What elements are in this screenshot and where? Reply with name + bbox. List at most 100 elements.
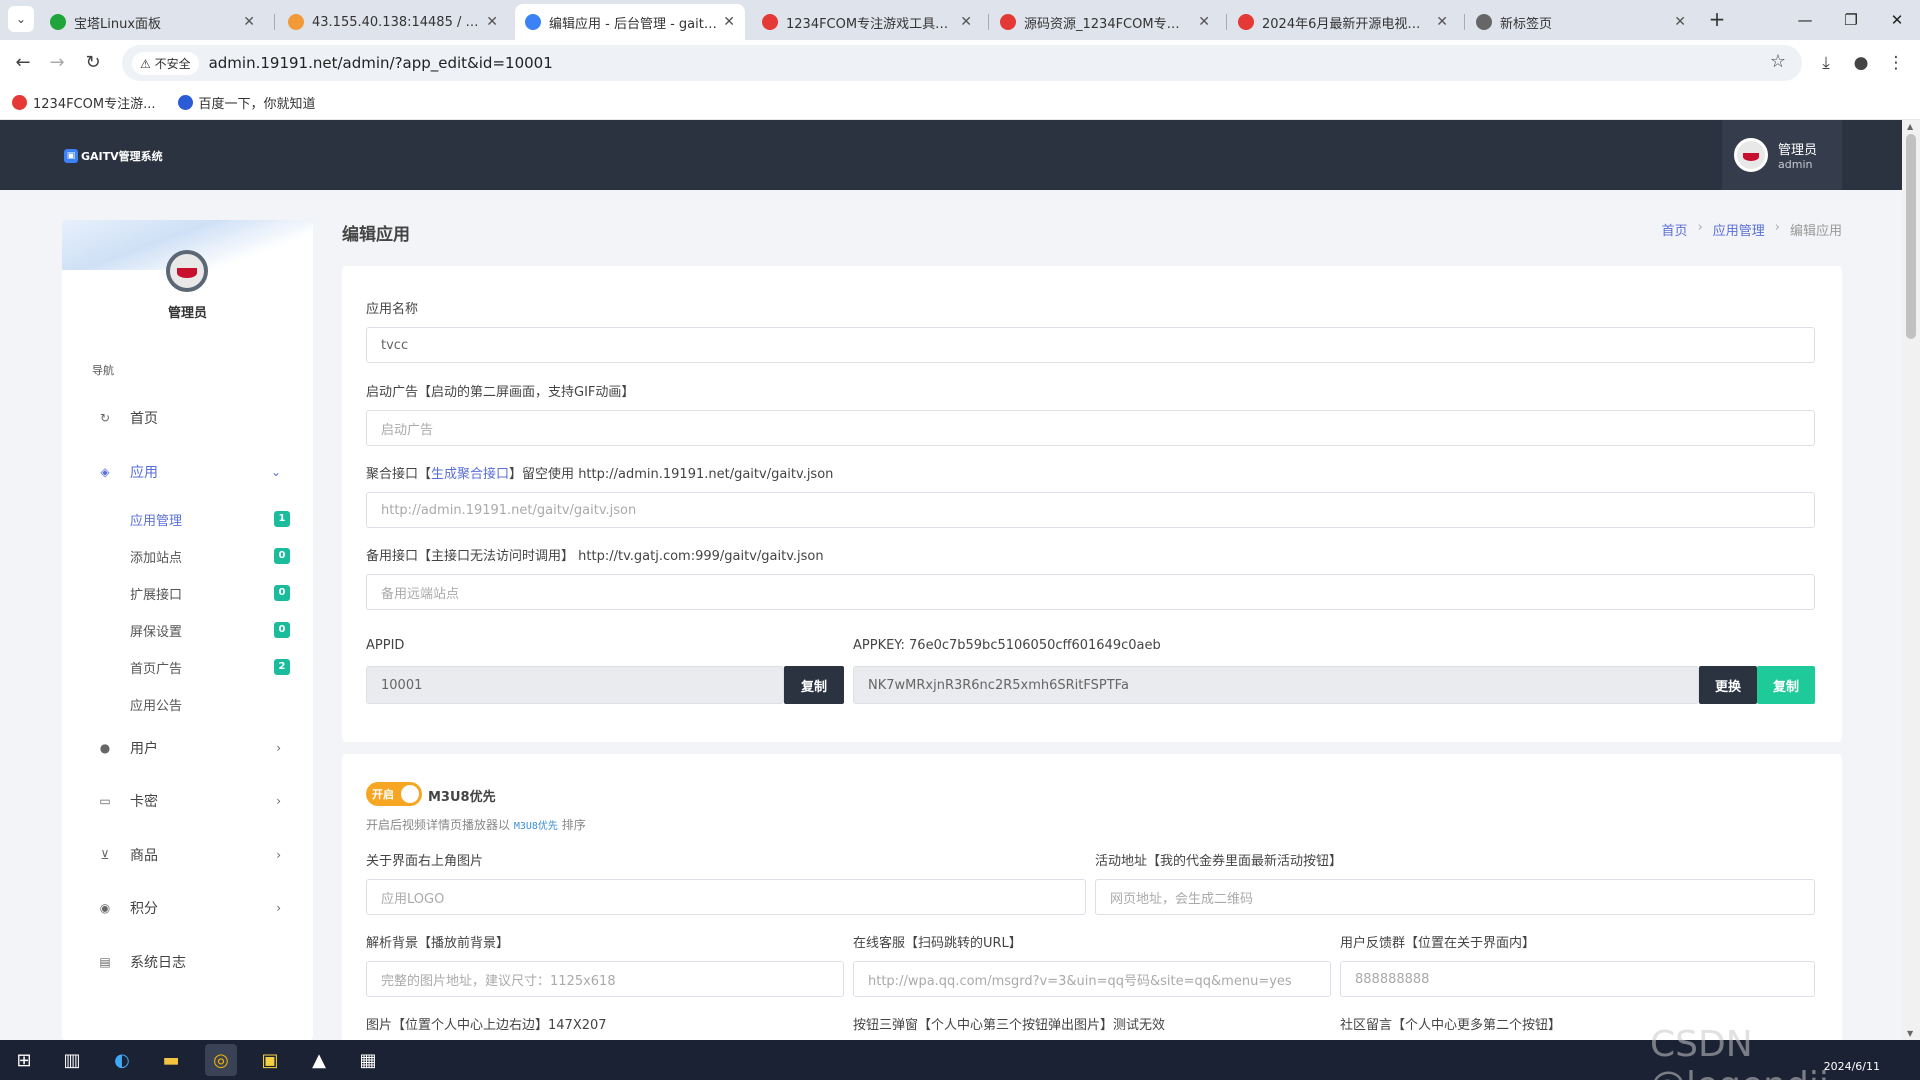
restore-button[interactable]: ❐ (1828, 0, 1874, 40)
appkey-input[interactable]: NK7wMRxjnR3R6nc2R5xmh6SRitFSPTFa (853, 666, 1699, 704)
sidebar: 管理员 导航 ↻ 首页 ◈ 应用 ⌄ 应用管理 1 添加站点 0 扩展接口 0 … (62, 220, 313, 1040)
count-badge: 0 (274, 585, 290, 601)
reload-button[interactable]: ↻ (78, 48, 108, 78)
browser-tab[interactable]: 源码资源_1234FCOM专注游戏... ✕ (990, 4, 1220, 40)
chevron-down-icon: ⌄ (270, 465, 281, 479)
scroll-up-icon[interactable]: ▲ (1907, 122, 1913, 131)
sidebar-subitem-app-manage[interactable]: 应用管理 1 (130, 504, 290, 534)
scrollbar-thumb[interactable] (1906, 134, 1916, 339)
app-logo[interactable]: ▣ GAITV管理系统 (64, 148, 163, 164)
bookmark-star-icon[interactable]: ☆ (1770, 51, 1786, 72)
forward-button[interactable]: → (42, 48, 72, 78)
edge-icon[interactable]: ◐ (106, 1044, 138, 1076)
sidebar-item-logs[interactable]: ▤ 系统日志 (62, 942, 313, 982)
backup-api-input[interactable]: 备用远端站点 (366, 574, 1815, 610)
browser-tab[interactable]: 宝塔Linux面板 ✕ (40, 4, 265, 40)
chevron-right-icon: › (276, 901, 281, 915)
insecure-badge[interactable]: ⚠ 不安全 (132, 51, 199, 75)
tab-favicon-icon (525, 14, 541, 30)
close-tab-icon[interactable]: ✕ (486, 14, 498, 30)
new-tab-button[interactable]: + (1703, 6, 1731, 34)
launch-ad-input[interactable]: 启动广告 (366, 410, 1815, 446)
generate-agg-api-link[interactable]: 生成聚合接口 (431, 467, 509, 482)
about-image-input[interactable]: 应用LOGO (366, 879, 1086, 915)
sidebar-subitem-home-ads[interactable]: 首页广告 2 (130, 652, 290, 682)
cube-icon: ◈ (100, 465, 110, 479)
about-image-label: 关于界面右上角图片 (366, 854, 484, 869)
bookmark-label: 1234FCOM专注游... (33, 97, 156, 112)
appid-input[interactable]: 10001 (366, 666, 784, 704)
task-view-icon[interactable]: ▥ (56, 1044, 88, 1076)
sidebar-subitem-notice[interactable]: 应用公告 (130, 689, 290, 719)
tab-title: 宝塔Linux面板 (74, 16, 162, 32)
sidebar-subitem-ext-api[interactable]: 扩展接口 0 (130, 578, 290, 608)
menu-kebab-icon[interactable]: ⋮ (1883, 50, 1909, 76)
breadcrumb-home[interactable]: 首页 (1662, 220, 1688, 239)
profile-icon[interactable]: ● (1848, 50, 1874, 76)
close-tab-icon[interactable]: ✕ (723, 14, 735, 30)
page-scrollbar[interactable]: ▲ ▼ (1902, 120, 1920, 1040)
input-placeholder: http://admin.19191.net/gaitv/gaitv.json (381, 502, 637, 518)
card-icon: ▭ (99, 794, 111, 808)
url-hint: http://tv.gatj.com:999/gaitv/gaitv.json (578, 549, 824, 564)
close-window-button[interactable]: ✕ (1874, 0, 1920, 40)
sidebar-subitem-add-site[interactable]: 添加站点 0 (130, 541, 290, 571)
bookmark-item[interactable]: 1234FCOM专注游... (12, 93, 156, 112)
subitem-label: 扩展接口 (130, 587, 183, 603)
count-badge: 1 (274, 511, 290, 527)
minimize-button[interactable]: — (1782, 0, 1828, 40)
subitem-label: 屏保设置 (130, 624, 183, 640)
video-editor-icon[interactable]: ▦ (352, 1044, 384, 1076)
chrome-icon[interactable]: ◎ (205, 1044, 237, 1076)
input-value: 10001 (381, 677, 423, 693)
sidebar-item-points[interactable]: ◉ 积分 › (62, 888, 313, 928)
sidebar-item-users[interactable]: ● 用户 › (62, 728, 313, 768)
close-tab-icon[interactable]: ✕ (960, 14, 972, 30)
m3u8-toggle[interactable]: 开启 (366, 782, 422, 806)
community-label: 社区留言【个人中心更多第二个按钮】 (1340, 1018, 1562, 1033)
browser-tab-active[interactable]: 编辑应用 - 后台管理 - gaitv管... ✕ (515, 4, 745, 40)
app-icon[interactable]: ▣ (254, 1044, 286, 1076)
agg-api-input[interactable]: http://admin.19191.net/gaitv/gaitv.json (366, 492, 1815, 528)
copy-appkey-button[interactable]: 复制 (1757, 666, 1815, 704)
appid-label: APPID (366, 638, 405, 653)
sidebar-item-apps[interactable]: ◈ 应用 ⌄ (62, 452, 313, 492)
breadcrumb-app-manage[interactable]: 应用管理 (1713, 220, 1765, 239)
sidebar-item-home[interactable]: ↻ 首页 (62, 398, 313, 438)
url-field[interactable]: ⚠ 不安全 admin.19191.net/admin/?app_edit&id… (122, 45, 1802, 81)
file-explorer-icon[interactable]: ▬ (155, 1044, 187, 1076)
browser-tab[interactable]: 2024年6月最新开源电视影视T... ✕ (1228, 4, 1458, 40)
download-icon[interactable]: ⤓ (1813, 50, 1839, 76)
app-name-input[interactable]: tvcc (366, 327, 1815, 363)
subitem-label: 应用公告 (130, 698, 183, 714)
browser-tab[interactable]: 新标签页 ✕ (1466, 4, 1696, 40)
close-tab-icon[interactable]: ✕ (1436, 14, 1448, 30)
sidebar-user-name: 管理员 (167, 306, 207, 321)
parse-bg-input[interactable]: 完整的图片地址，建议尺寸：1125x618 (366, 961, 844, 997)
tab-search-button[interactable]: ⌄ (8, 6, 34, 32)
bookmark-favicon-icon (177, 95, 193, 110)
back-button[interactable]: ← (8, 48, 38, 78)
tab-favicon-icon (762, 14, 778, 30)
close-tab-icon[interactable]: ✕ (243, 14, 255, 30)
sidebar-item-cards[interactable]: ▭ 卡密 › (62, 781, 313, 821)
close-tab-icon[interactable]: ✕ (1674, 14, 1686, 30)
bookmark-item[interactable]: 百度一下，你就知道 (177, 93, 316, 112)
windows-start-icon[interactable]: ⊞ (8, 1044, 40, 1076)
copy-appid-button[interactable]: 复制 (784, 666, 844, 704)
button-label: 复制 (800, 679, 827, 695)
close-tab-icon[interactable]: ✕ (1198, 14, 1210, 30)
activity-url-input[interactable]: 网页地址，会生成二维码 (1095, 879, 1815, 915)
browser-tab[interactable]: 43.155.40.138:14485 / localh... ✕ (278, 4, 508, 40)
input-value: tvcc (381, 337, 409, 353)
sidebar-item-goods[interactable]: ⊻ 商品 › (62, 835, 313, 875)
input-placeholder: 网页地址，会生成二维码 (1110, 891, 1254, 907)
online-service-input[interactable]: http://wpa.qq.com/msgrd?v=3&uin=qq号码&sit… (853, 961, 1331, 997)
change-appkey-button[interactable]: 更换 (1699, 666, 1757, 704)
user-menu[interactable]: 管理员 admin (1722, 120, 1842, 190)
browser-tab[interactable]: 1234FCOM专注游戏工具及源... ✕ (752, 4, 982, 40)
feedback-group-input[interactable]: 888888888 (1340, 961, 1815, 997)
photos-icon[interactable]: ▲ (303, 1044, 335, 1076)
chevron-right-icon: › (276, 848, 281, 862)
sidebar-subitem-screensaver[interactable]: 屏保设置 0 (130, 615, 290, 645)
